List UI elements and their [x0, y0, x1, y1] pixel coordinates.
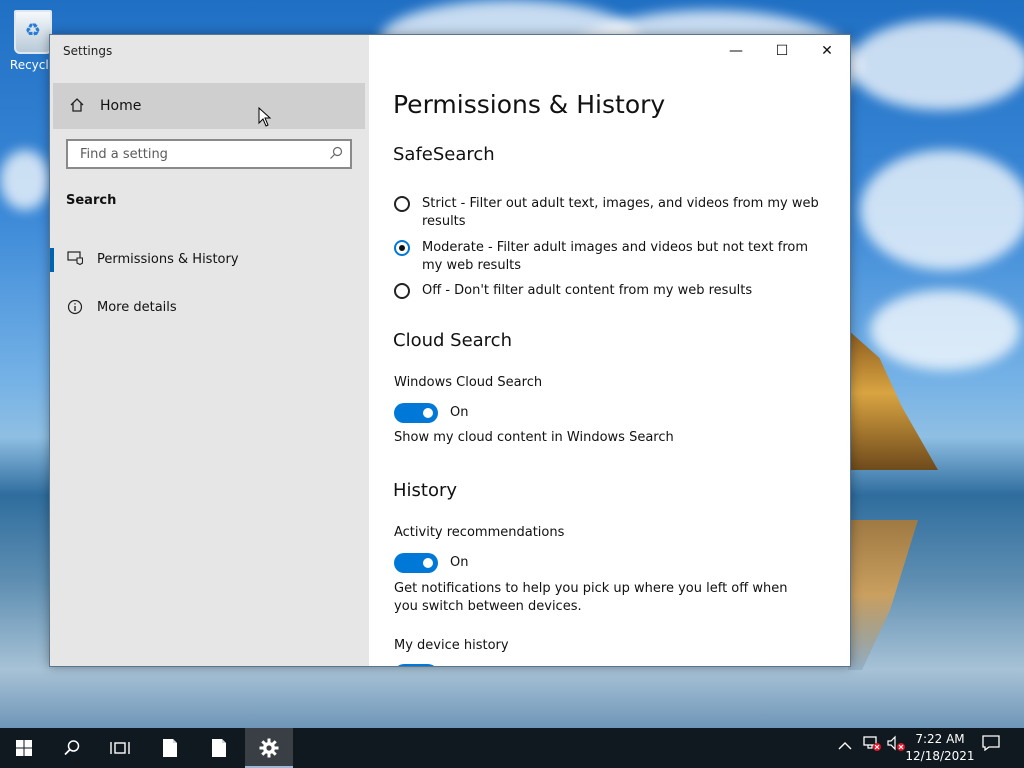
taskbar-settings-app[interactable]: [245, 728, 293, 768]
page-title: Permissions & History: [393, 90, 666, 119]
permissions-icon: [66, 251, 84, 269]
settings-window: Settings Home Search Permissions & Histo…: [49, 34, 851, 667]
mouse-cursor-icon: [258, 107, 272, 127]
search-icon: [329, 146, 343, 164]
sidebar-item-label: Permissions & History: [97, 252, 239, 267]
clock-time: 7:22 AM: [915, 732, 965, 746]
find-setting-search[interactable]: [66, 139, 352, 169]
activity-description: Get notifications to help you pick up wh…: [394, 581, 788, 614]
sidebar-section-label: Search: [66, 193, 117, 208]
find-setting-input[interactable]: [78, 146, 322, 163]
task-view-icon: [110, 742, 130, 754]
history-heading: History: [393, 480, 458, 501]
show-hidden-icons-button[interactable]: [838, 728, 852, 768]
home-label: Home: [100, 98, 142, 114]
taskbar-file-app-1[interactable]: [146, 728, 194, 768]
cloud: [850, 20, 1024, 110]
minimize-button[interactable]: —: [713, 35, 759, 67]
search-icon: [64, 740, 80, 756]
sidebar-item-label: More details: [97, 300, 177, 315]
cliff-reflection: [848, 520, 918, 670]
toggle-state-label: On: [450, 555, 469, 570]
network-disconnected-icon: [863, 736, 881, 751]
clock-date: 12/18/2021: [905, 749, 975, 763]
document-icon: [212, 739, 226, 757]
network-status-button[interactable]: [862, 728, 882, 768]
radio-label: Strict - Filter out adult text, images, …: [422, 196, 819, 229]
maximize-button[interactable]: ☐: [759, 35, 805, 67]
taskbar-search-button[interactable]: [48, 728, 96, 768]
windows-cloud-search-toggle[interactable]: [394, 403, 438, 423]
info-icon: [66, 299, 84, 319]
close-button[interactable]: ✕: [804, 35, 850, 67]
volume-button[interactable]: [886, 728, 906, 768]
window-title: Settings: [63, 44, 113, 58]
clock[interactable]: 7:22 AM 12/18/2021: [905, 731, 975, 765]
home-icon: [69, 97, 85, 113]
speaker-muted-icon: [887, 735, 905, 751]
cloud: [0, 150, 50, 210]
home-button[interactable]: Home: [53, 83, 365, 129]
sidebar-item-more-details[interactable]: More details: [50, 288, 369, 328]
windows-cloud-search-label: Windows Cloud Search: [394, 375, 543, 390]
toggle-state-label: On: [450, 405, 469, 420]
radio-label: Off - Don't filter adult content from my…: [422, 283, 753, 298]
notification-icon: [982, 735, 1000, 752]
document-icon: [163, 739, 177, 757]
task-view-button[interactable]: [96, 728, 144, 768]
start-button[interactable]: [0, 728, 48, 768]
windows-logo-icon: [16, 740, 32, 756]
device-history-toggle[interactable]: [394, 664, 438, 666]
activity-recommendations-toggle[interactable]: [394, 553, 438, 573]
radio-circle-selected: [394, 240, 410, 256]
radio-label: Moderate - Filter adult images and video…: [422, 240, 808, 273]
device-history-label: My device history: [394, 638, 509, 653]
radio-circle: [394, 283, 410, 299]
cloud-search-description: Show my cloud content in Windows Search: [394, 430, 674, 445]
action-center-button[interactable]: [982, 728, 1000, 768]
safesearch-heading: SafeSearch: [393, 144, 495, 165]
sidebar-item-permissions-history[interactable]: Permissions & History: [50, 240, 369, 280]
sidebar: Settings Home Search Permissions & Histo…: [50, 35, 369, 666]
taskbar: 7:22 AM 12/18/2021: [0, 728, 1024, 768]
gear-icon: [259, 738, 279, 758]
selected-indicator: [50, 248, 54, 272]
cloud: [860, 150, 1024, 270]
activity-recommendations-label: Activity recommendations: [394, 525, 565, 540]
cloud-search-heading: Cloud Search: [393, 330, 512, 351]
cloud: [870, 290, 1020, 370]
radio-circle: [394, 196, 410, 212]
chevron-up-icon: [838, 742, 852, 750]
recycle-bin-icon: [14, 10, 52, 54]
taskbar-file-app-2[interactable]: [195, 728, 243, 768]
